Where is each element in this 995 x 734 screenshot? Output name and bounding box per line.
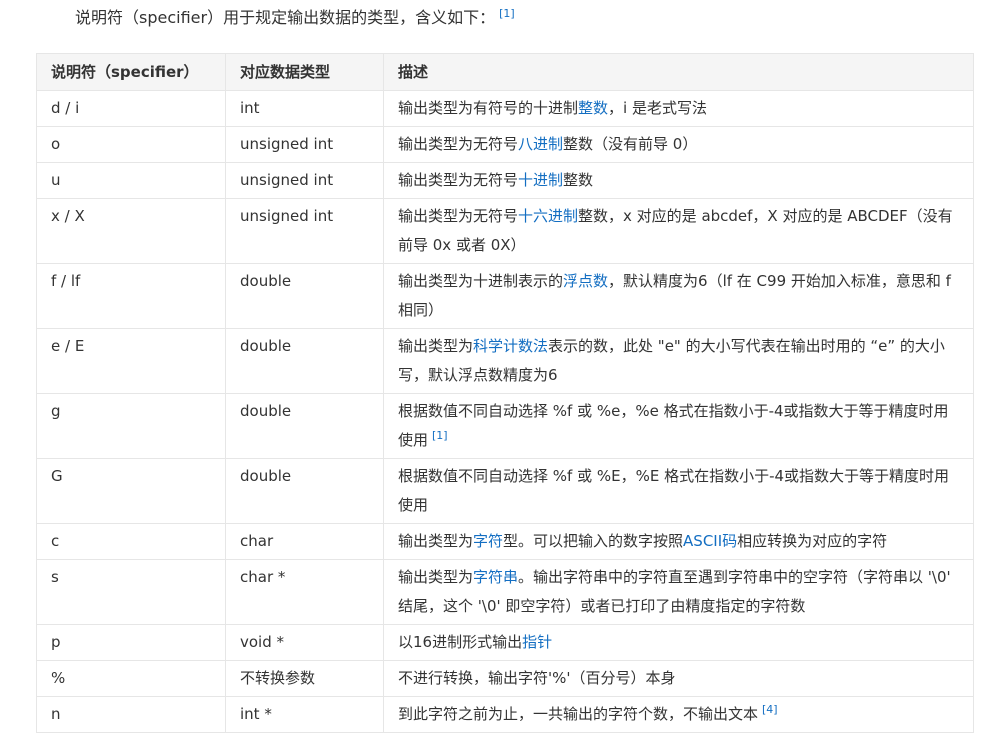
description-text: 相应转换为对应的字符 bbox=[737, 532, 888, 550]
header-data-type: 对应数据类型 bbox=[225, 53, 384, 91]
data-type-cell: unsigned int bbox=[225, 198, 384, 264]
table-header-row: 说明符（specifier） 对应数据类型 描述 bbox=[36, 53, 974, 91]
specifier-cell: s bbox=[36, 559, 226, 625]
reference-link[interactable]: [1] bbox=[432, 429, 448, 442]
description-text: 输出类型为 bbox=[398, 532, 474, 550]
description-cell: 输出类型为有符号的十进制整数，i 是老式写法 bbox=[383, 90, 974, 127]
description-text: 输出类型为 bbox=[398, 568, 474, 586]
specifier-cell: G bbox=[36, 458, 226, 524]
description-text: 整数（没有前导 0） bbox=[563, 135, 698, 153]
description-cell: 到此字符之前为止，一共输出的字符个数，不输出文本 [4] bbox=[383, 696, 974, 733]
data-type-cell: char bbox=[225, 523, 384, 560]
description-text: 到此字符之前为止，一共输出的字符个数，不输出文本 bbox=[398, 705, 759, 723]
specifier-cell: p bbox=[36, 624, 226, 661]
description-text: 根据数值不同自动选择 %f 或 %E，%E 格式在指数小于-4或指数大于等于精度… bbox=[398, 467, 950, 514]
specifier-cell: o bbox=[36, 126, 226, 163]
intro-reference-link[interactable]: [1] bbox=[499, 7, 515, 20]
description-text: 根据数值不同自动选择 %f 或 %e，%e 格式在指数小于-4或指数大于等于精度… bbox=[398, 402, 949, 449]
description-cell: 不进行转换，输出字符'%'（百分号）本身 bbox=[383, 660, 974, 697]
description-text: 输出类型为无符号 bbox=[398, 207, 519, 225]
description-text: 输出类型为有符号的十进制 bbox=[398, 99, 579, 117]
data-type-cell: unsigned int bbox=[225, 162, 384, 199]
description-text: 型。可以把输入的数字按照 bbox=[503, 532, 684, 550]
table-row: n int * 到此字符之前为止，一共输出的字符个数，不输出文本 [4] bbox=[36, 696, 974, 733]
description-cell: 输出类型为字符型。可以把输入的数字按照ASCII码相应转换为对应的字符 bbox=[383, 523, 974, 560]
description-text: 输出类型为十进制表示的 bbox=[398, 272, 564, 290]
data-type-cell: int * bbox=[225, 696, 384, 733]
table-row: g double 根据数值不同自动选择 %f 或 %e，%e 格式在指数小于-4或指… bbox=[36, 393, 974, 459]
table-row: d / i int 输出类型为有符号的十进制整数，i 是老式写法 bbox=[36, 90, 974, 127]
description-text: 输出类型为无符号 bbox=[398, 171, 519, 189]
data-type-cell: double bbox=[225, 263, 384, 329]
description-text: 不进行转换，输出字符'%'（百分号）本身 bbox=[398, 669, 676, 687]
data-type-cell: int bbox=[225, 90, 384, 127]
table-row: u unsigned int 输出类型为无符号十进制整数 bbox=[36, 162, 974, 199]
specifier-cell: n bbox=[36, 696, 226, 733]
specifier-cell: u bbox=[36, 162, 226, 199]
specifier-cell: e / E bbox=[36, 328, 226, 394]
description-text: 输出类型为无符号 bbox=[398, 135, 519, 153]
description-cell: 以16进制形式输出指针 bbox=[383, 624, 974, 661]
table-row: f / lf double 输出类型为十进制表示的浮点数，默认精度为6（lf 在 C… bbox=[36, 263, 974, 329]
description-link[interactable]: 字符 bbox=[473, 532, 503, 550]
intro-paragraph: 说明符（specifier）用于规定输出数据的类型，含义如下： [1] bbox=[75, 4, 515, 32]
description-text: ，i 是老式写法 bbox=[608, 99, 707, 117]
header-description: 描述 bbox=[383, 53, 974, 91]
description-link[interactable]: 八进制 bbox=[518, 135, 563, 153]
reference-link[interactable]: [4] bbox=[762, 703, 778, 716]
description-link[interactable]: 字符串 bbox=[473, 568, 518, 586]
description-cell: 输出类型为十进制表示的浮点数，默认精度为6（lf 在 C99 开始加入标准，意思… bbox=[383, 263, 974, 329]
description-link[interactable]: 科学计数法 bbox=[473, 337, 548, 355]
data-type-cell: unsigned int bbox=[225, 126, 384, 163]
data-type-cell: double bbox=[225, 328, 384, 394]
description-cell: 输出类型为无符号十六进制整数，x 对应的是 abcdef，X 对应的是 ABCD… bbox=[383, 198, 974, 264]
data-type-cell: 不转换参数 bbox=[225, 660, 384, 697]
data-type-cell: void * bbox=[225, 624, 384, 661]
description-link[interactable]: 十进制 bbox=[518, 171, 563, 189]
data-type-cell: double bbox=[225, 458, 384, 524]
description-link[interactable]: 十六进制 bbox=[518, 207, 578, 225]
table-row: Gdouble 根据数值不同自动选择 %f 或 %E，%E 格式在指数小于-4或指… bbox=[36, 458, 974, 524]
description-cell: 输出类型为科学计数法表示的数，此处 "e" 的大小写代表在输出时用的 “e” 的… bbox=[383, 328, 974, 394]
description-link[interactable]: 浮点数 bbox=[563, 272, 608, 290]
table-row: e / Edouble 输出类型为科学计数法表示的数，此处 "e" 的大小写代表在… bbox=[36, 328, 974, 394]
description-cell: 输出类型为无符号十进制整数 bbox=[383, 162, 974, 199]
specifier-cell: d / i bbox=[36, 90, 226, 127]
table-body: d / i int 输出类型为有符号的十进制整数，i 是老式写法 o unsigned … bbox=[36, 90, 974, 733]
description-text: 整数 bbox=[563, 171, 594, 189]
description-cell: 根据数值不同自动选择 %f 或 %E，%E 格式在指数小于-4或指数大于等于精度… bbox=[383, 458, 974, 524]
description-cell: 输出类型为无符号八进制整数（没有前导 0） bbox=[383, 126, 974, 163]
specifier-cell: g bbox=[36, 393, 226, 459]
description-link[interactable]: ASCII码 bbox=[683, 532, 737, 550]
description-text: 输出类型为 bbox=[398, 337, 474, 355]
data-type-cell: char * bbox=[225, 559, 384, 625]
format-specifier-table: 说明符（specifier） 对应数据类型 描述 d / i int 输出类型为有符… bbox=[36, 53, 974, 733]
table-row: p void * 以16进制形式输出指针 bbox=[36, 624, 974, 661]
description-text: 以16进制形式输出 bbox=[398, 633, 523, 651]
description-cell: 输出类型为字符串。输出字符串中的字符直至遇到字符串中的空字符（字符串以 '\0'… bbox=[383, 559, 974, 625]
description-cell: 根据数值不同自动选择 %f 或 %e，%e 格式在指数小于-4或指数大于等于精度… bbox=[383, 393, 974, 459]
description-link[interactable]: 指针 bbox=[522, 633, 552, 651]
specifier-cell: c bbox=[36, 523, 226, 560]
intro-text: 说明符（specifier）用于规定输出数据的类型，含义如下： bbox=[75, 8, 496, 27]
table-row: x / Xunsigned int 输出类型为无符号十六进制整数，x 对应的是 a… bbox=[36, 198, 974, 264]
specifier-cell: x / X bbox=[36, 198, 226, 264]
table-row: s char * 输出类型为字符串。输出字符串中的字符直至遇到字符串中的空字符（字符… bbox=[36, 559, 974, 625]
table-row: o unsigned int 输出类型为无符号八进制整数（没有前导 0） bbox=[36, 126, 974, 163]
header-specifier: 说明符（specifier） bbox=[36, 53, 226, 91]
table-row: c char 输出类型为字符型。可以把输入的数字按照ASCII码相应转换为对应的字符 bbox=[36, 523, 974, 560]
specifier-cell: % bbox=[36, 660, 226, 697]
data-type-cell: double bbox=[225, 393, 384, 459]
specifier-cell: f / lf bbox=[36, 263, 226, 329]
table-row: % 不转换参数 不进行转换，输出字符'%'（百分号）本身 bbox=[36, 660, 974, 697]
description-link[interactable]: 整数 bbox=[578, 99, 608, 117]
